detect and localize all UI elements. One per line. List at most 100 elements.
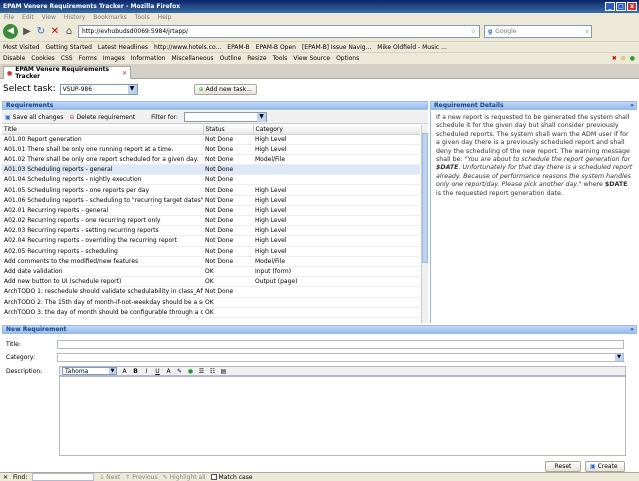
cell-status[interactable]: OK xyxy=(203,266,253,278)
table-row[interactable]: A02.04 Recurring reports - overriding th… xyxy=(2,235,420,247)
cell-status[interactable]: Not Done xyxy=(203,174,253,186)
devtool-outline[interactable]: Outline xyxy=(220,55,242,62)
cell-category[interactable]: High Level xyxy=(253,184,420,196)
collapse-down-icon[interactable]: » xyxy=(630,326,636,333)
find-next-button[interactable]: ↓ Next xyxy=(99,474,120,481)
bookmark-epam-b[interactable]: EPAM-B xyxy=(227,44,249,51)
cell-category[interactable]: High Level xyxy=(253,195,420,206)
devtool-disable[interactable]: Disable xyxy=(3,55,25,62)
devtool-forms[interactable]: Forms xyxy=(79,55,97,62)
forward-icon[interactable]: ▶ xyxy=(22,26,32,37)
cell-title[interactable]: A01.04 Scheduling reports - nightly exec… xyxy=(2,174,203,186)
tab-requirements-tracker[interactable]: ● EPAM Venere Requirements Tracker ✕ xyxy=(3,66,131,80)
cell-status[interactable]: Not Done xyxy=(203,215,253,227)
source-edit-icon[interactable]: ▤ xyxy=(220,368,227,375)
bookmark-mike-oldfield[interactable]: Mike Oldfield - Music ... xyxy=(377,44,447,51)
cell-category[interactable]: Input (form) xyxy=(253,266,420,278)
text-color-icon[interactable]: A xyxy=(165,368,172,375)
cell-title[interactable]: ArchTODO 2: The 15th day of month-if-not… xyxy=(2,297,203,308)
link-icon[interactable]: ● xyxy=(187,368,194,375)
table-row[interactable]: A01.00 Report generation Not Done High Lev… xyxy=(2,134,420,145)
devtool-options[interactable]: Options xyxy=(336,55,359,62)
cell-status[interactable]: Not Done xyxy=(203,256,253,267)
table-row[interactable]: ArchTODO 2: The 15th day of month-if-not… xyxy=(2,297,420,308)
font-size-icon[interactable]: A xyxy=(121,368,128,375)
cell-title[interactable]: A01.06 Scheduling reports - scheduling t… xyxy=(2,195,203,206)
add-new-task-button[interactable]: ⊕ Add new task... xyxy=(193,83,257,95)
menu-edit[interactable]: Edit xyxy=(22,14,34,21)
bookmark-epam-b-open[interactable]: EPAM-B Open xyxy=(256,44,296,51)
table-row[interactable]: A01.03 Scheduling reports - general Not D… xyxy=(2,164,420,176)
home-icon[interactable]: ⌂ xyxy=(64,26,74,37)
cell-category[interactable] xyxy=(253,286,420,298)
column-header-category[interactable]: Category xyxy=(253,125,420,135)
cell-title[interactable]: Add comments to the modified/new feature… xyxy=(2,256,203,267)
reset-button[interactable]: Reset xyxy=(545,461,581,472)
maximize-button[interactable]: □ xyxy=(616,2,626,11)
cell-title[interactable]: A01.00 Report generation xyxy=(2,134,203,145)
bookmark-hotels[interactable]: http://www.hotels.co... xyxy=(154,44,221,51)
table-row[interactable]: A01.04 Scheduling reports - nightly exec… xyxy=(2,174,420,186)
back-button[interactable]: ◀ xyxy=(3,24,18,39)
cell-status[interactable]: Not Done xyxy=(203,246,253,257)
ordered-list-icon[interactable]: ☰ xyxy=(198,368,205,375)
stop-icon[interactable]: ✕ xyxy=(50,26,60,37)
font-select[interactable]: Tahoma ▼ xyxy=(62,367,117,375)
cell-title[interactable]: A02.02 Recurring reports - one recurring… xyxy=(2,215,203,227)
cell-category[interactable]: High Level xyxy=(253,144,420,155)
devtool-css[interactable]: CSS xyxy=(61,55,73,62)
find-close-icon[interactable]: ✕ xyxy=(3,474,8,481)
menu-history[interactable]: History xyxy=(64,14,85,21)
cell-title[interactable]: ArchTODO 1: reschedule should validate s… xyxy=(2,286,203,298)
cell-status[interactable]: Not Done xyxy=(203,164,253,176)
table-row[interactable]: A01.02 There shall be only one report sc… xyxy=(2,154,420,166)
table-row[interactable]: A01.06 Scheduling reports - scheduling t… xyxy=(2,195,420,206)
cell-category[interactable]: Output (page) xyxy=(253,276,420,288)
find-previous-button[interactable]: ↑ Previous xyxy=(125,474,157,481)
table-row[interactable]: A02.03 Recurring reports - setting recur… xyxy=(2,225,420,237)
search-box[interactable]: g Google ⌕ xyxy=(484,25,592,38)
cell-title[interactable]: Add date validation xyxy=(2,266,203,278)
cell-category[interactable] xyxy=(253,164,420,176)
bold-icon[interactable]: B xyxy=(132,368,139,375)
devtool-view-source[interactable]: View Source xyxy=(293,55,330,62)
cell-category[interactable]: High Level xyxy=(253,225,420,237)
cell-status[interactable]: Not Done xyxy=(203,144,253,155)
title-input[interactable] xyxy=(57,340,624,349)
table-row[interactable]: A02.02 Recurring reports - one recurring… xyxy=(2,215,420,227)
cell-category[interactable]: High Level xyxy=(253,205,420,217)
cell-category[interactable]: High Level xyxy=(253,235,420,247)
cell-status[interactable]: Not Done xyxy=(203,286,253,298)
collapse-icon[interactable]: » xyxy=(630,102,636,109)
cell-status[interactable]: OK xyxy=(203,297,253,308)
table-row[interactable]: ArchTODO 1: reschedule should validate s… xyxy=(2,286,420,298)
column-header-status[interactable]: Status xyxy=(203,125,254,135)
cell-title[interactable]: Add new button to UI (schedule report) xyxy=(2,276,203,288)
column-header-title[interactable]: Title xyxy=(2,125,204,135)
task-select[interactable]: VSUP-986 ▼ xyxy=(59,83,138,95)
highlight-icon[interactable]: ✎ xyxy=(176,368,183,375)
cell-category[interactable]: High Level xyxy=(253,215,420,227)
menu-view[interactable]: View xyxy=(42,14,56,21)
filter-select[interactable]: ▼ xyxy=(184,112,268,122)
menu-bookmarks[interactable]: Bookmarks xyxy=(93,14,127,21)
info-icon[interactable]: ● xyxy=(630,55,635,62)
cell-title[interactable]: A02.01 Recurring reports - general xyxy=(2,205,203,217)
table-row[interactable]: ArchTODO 3: the day of month should be c… xyxy=(2,307,420,318)
requirements-scroll-thumb[interactable] xyxy=(422,133,428,263)
cell-title[interactable]: A01.03 Scheduling reports - general xyxy=(2,164,203,176)
cell-status[interactable]: Not Done xyxy=(203,134,253,145)
unordered-list-icon[interactable]: ☷ xyxy=(209,368,216,375)
tab-close-icon[interactable]: ✕ xyxy=(122,70,130,77)
reload-icon[interactable]: ↻ xyxy=(36,26,46,37)
cell-category[interactable]: High Level xyxy=(253,246,420,257)
match-case-checkbox[interactable]: Match case xyxy=(210,474,253,481)
table-row[interactable]: A02.05 Recurring reports - scheduling Not… xyxy=(2,246,420,257)
table-row[interactable]: Add date validation OK Input (form) xyxy=(2,266,420,278)
cell-title[interactable]: A02.03 Recurring reports - setting recur… xyxy=(2,225,203,237)
warning-icon[interactable]: ⊘ xyxy=(621,55,626,62)
devtool-resize[interactable]: Resize xyxy=(247,55,266,62)
bookmark-issue-navigator[interactable]: [EPAM-B] Issue Navig... xyxy=(302,44,371,51)
find-input[interactable] xyxy=(32,473,95,481)
devtool-images[interactable]: Images xyxy=(103,55,125,62)
